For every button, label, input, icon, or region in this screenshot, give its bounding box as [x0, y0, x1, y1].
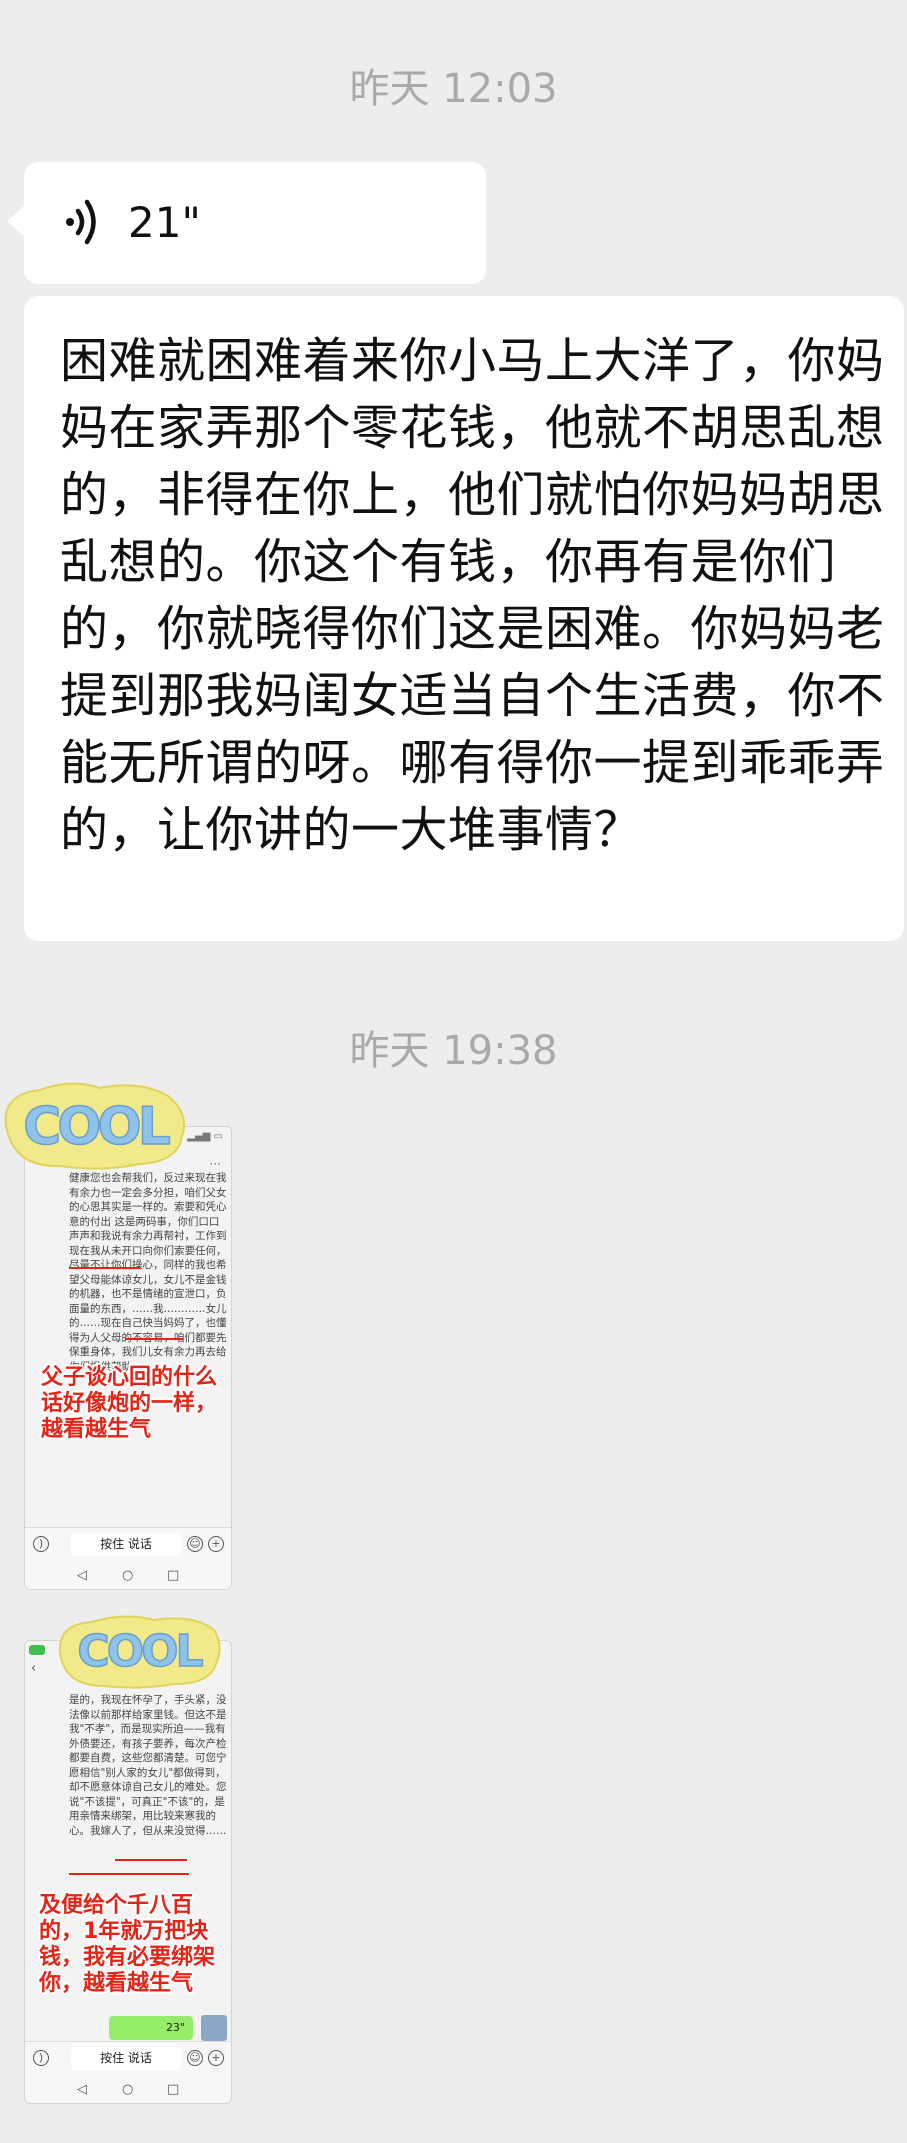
chat-input-bar: ) 按住 说话 ☺ + — [25, 2041, 231, 2076]
emoji-icon: ☺ — [187, 1536, 203, 1552]
bubble-tail — [7, 205, 25, 237]
sticker-text: COOL — [77, 1626, 202, 1677]
plus-icon: + — [208, 2050, 224, 2066]
text-message-bubble[interactable]: 困难就困难着来你小马上大洋了，你妈妈在家弄那个零花钱，他就不胡思乱想的，非得在你… — [24, 296, 904, 941]
chat-input-bar: ) 按住 说话 ☺ + — [25, 1527, 231, 1562]
overlay-caption: 及便给个千八百的，1年就万把块钱，我有必要绑架你，越看越生气 — [39, 1893, 216, 1996]
voice-wave-icon — [66, 199, 96, 245]
hold-to-talk: 按住 说话 — [71, 1533, 181, 1556]
voice-message-bubble[interactable]: 21" — [7, 162, 486, 284]
underline — [69, 1873, 189, 1875]
image-message-1[interactable]: ▂▄▆ ▭ ··· 健康您也会帮我们，反过来现在我有余力也一定会多分担，咱们父女… — [24, 1126, 232, 1590]
voice-icon: ) — [33, 2050, 49, 2066]
back-nav-icon: ◁ — [77, 2082, 87, 2097]
document-text: 是的，我现在怀孕了，手头紧，没法像以前那样给家里钱。但这不是我"不孝"，而是现实… — [69, 1694, 227, 1837]
sticker-text: COOL — [23, 1097, 170, 1157]
voice-icon: ) — [33, 1536, 49, 1552]
back-nav-icon: ◁ — [77, 1568, 87, 1583]
recent-nav-icon: □ — [167, 1568, 180, 1583]
cool-sticker: COOL — [4, 1082, 186, 1170]
home-nav-icon: ○ — [122, 2082, 134, 2097]
image-message-2[interactable]: ‹ 是的，我现在怀孕了，手头紧，没法像以前那样给家里钱。但这不是我"不孝"，而是… — [24, 1640, 232, 2104]
timestamp: 昨天 12:03 — [349, 66, 558, 112]
plus-icon: + — [208, 1536, 224, 1552]
underline — [125, 1338, 183, 1340]
message-text: 困难就困难着来你小马上大洋了，你妈妈在家弄那个零花钱，他就不胡思乱想的，非得在你… — [60, 333, 885, 858]
signal-icon — [29, 1645, 45, 1655]
nav-bar: ◁ ○ □ — [25, 2075, 231, 2103]
overlay-caption: 父子谈心回的什么话好像炮的一样，越看越生气 — [41, 1365, 218, 1442]
back-arrow-icon: ‹ — [31, 1661, 37, 1676]
document-text: 健康您也会帮我们，反过来现在我有余力也一定会多分担，咱们父女的心思其实是一样的。… — [69, 1172, 227, 1373]
avatar — [201, 2015, 227, 2041]
underline — [69, 1267, 141, 1269]
nav-bar: ◁ ○ □ — [25, 1561, 231, 1589]
hold-to-talk: 按住 说话 — [71, 2047, 181, 2070]
more-icon: ··· — [209, 1157, 221, 1171]
recent-nav-icon: □ — [167, 2082, 180, 2097]
emoji-icon: ☺ — [187, 2050, 203, 2066]
voice-duration: 21" — [128, 198, 201, 247]
timestamp: 昨天 19:38 — [349, 1028, 558, 1074]
cool-sticker: COOL — [58, 1615, 221, 1689]
underline — [115, 1859, 187, 1861]
home-nav-icon: ○ — [122, 1568, 134, 1583]
voice-badge: 23" — [109, 2016, 193, 2040]
